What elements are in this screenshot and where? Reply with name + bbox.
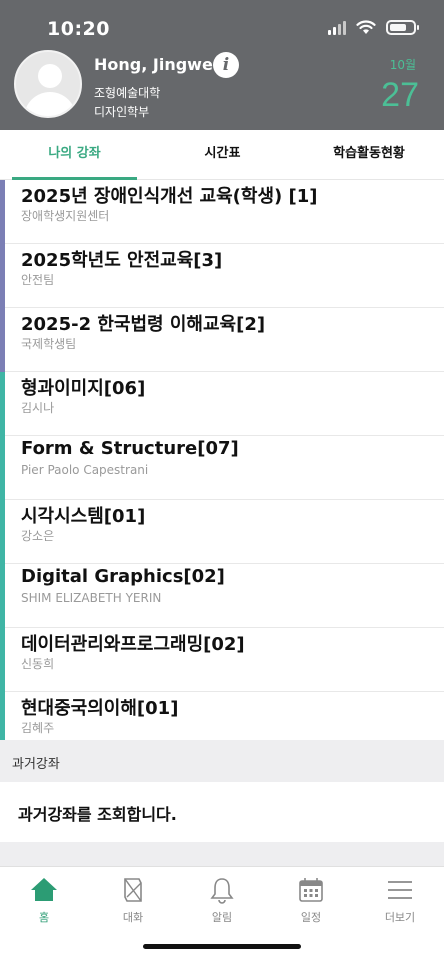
- cellular-signal-icon: [328, 20, 346, 35]
- home-icon: [31, 878, 57, 901]
- course-color-bar: [0, 564, 5, 628]
- course-title: Form & Structure[07]: [21, 438, 239, 459]
- date-day: 27: [381, 76, 419, 114]
- course-item[interactable]: 형과이미지[06] 김시나: [0, 372, 444, 436]
- info-icon[interactable]: i: [213, 52, 239, 78]
- course-item[interactable]: 2025학년도 안전교육[3] 안전팀: [0, 244, 444, 308]
- course-instructor: 안전팀: [21, 273, 55, 287]
- course-instructor: Pier Paolo Capestrani: [21, 463, 149, 477]
- course-title: 시각시스템[01]: [21, 506, 146, 527]
- wifi-icon: [356, 20, 376, 34]
- course-item[interactable]: 2025년 장애인식개선 교육(학생) [1] 장애학생지원센터: [0, 180, 444, 244]
- past-courses-action-label: 과거강좌를 조회합니다.: [18, 805, 177, 824]
- course-instructor: SHIM ELIZABETH YERIN: [21, 591, 162, 605]
- past-courses-header: 과거강좌: [0, 740, 444, 782]
- course-title: Digital Graphics[02]: [21, 566, 225, 587]
- tab-bar: 나의 강좌 시간표 학습활동현황: [0, 130, 444, 180]
- department-name: 디자인학부: [94, 105, 150, 119]
- course-item[interactable]: Form & Structure[07] Pier Paolo Capestran…: [0, 436, 444, 500]
- course-color-bar: [0, 308, 5, 372]
- course-list: 2025년 장애인식개선 교육(학생) [1] 장애학생지원센터 2025학년도 안…: [0, 180, 444, 756]
- tab-my-courses[interactable]: 나의 강좌: [12, 130, 137, 180]
- bell-icon: [210, 878, 234, 904]
- course-title: 2025년 장애인식개선 교육(학생) [1]: [21, 186, 318, 207]
- course-color-bar: [0, 500, 5, 564]
- nav-chat[interactable]: 대화: [89, 875, 177, 935]
- user-name: Hong, Jingwen: [94, 55, 225, 74]
- course-instructor: 장애학생지원센터: [21, 209, 110, 223]
- nav-home[interactable]: 홈: [0, 875, 88, 935]
- course-instructor: 김혜주: [21, 721, 55, 735]
- course-item[interactable]: Digital Graphics[02] SHIM ELIZABETH YERIN: [0, 564, 444, 628]
- status-time: 10:20: [47, 18, 110, 40]
- course-instructor: 김시나: [21, 401, 55, 415]
- status-icons: [328, 20, 419, 35]
- tab-learning-activity[interactable]: 학습활동현황: [306, 130, 432, 180]
- nav-chat-label: 대화: [122, 911, 144, 924]
- tab-timetable[interactable]: 시간표: [160, 130, 285, 180]
- profile-header: 10:20 Hong, Jingwen i 조형예술대학 디자인학부 10월 2…: [0, 0, 444, 130]
- college-name: 조형예술대학: [94, 86, 161, 100]
- course-color-bar: [0, 244, 5, 308]
- nav-notifications[interactable]: 알림: [178, 875, 266, 935]
- course-title: 2025-2 한국법령 이해교육[2]: [21, 314, 266, 335]
- course-color-bar: [0, 436, 5, 500]
- avatar[interactable]: [14, 50, 82, 118]
- date-month: 10월: [389, 58, 416, 72]
- course-title: 2025학년도 안전교육[3]: [21, 250, 223, 271]
- course-title: 형과이미지[06]: [21, 378, 146, 399]
- chat-icon: [124, 878, 142, 902]
- course-instructor: 강소은: [21, 529, 55, 543]
- menu-icon: [388, 881, 412, 899]
- course-item[interactable]: 데이터관리와프로그래밍[02] 신동희: [0, 628, 444, 692]
- past-courses-header-label: 과거강좌: [12, 757, 60, 772]
- past-courses-button[interactable]: 과거강좌를 조회합니다.: [0, 782, 444, 842]
- course-color-bar: [0, 372, 5, 436]
- nav-notifications-label: 알림: [211, 911, 233, 924]
- course-item[interactable]: 2025-2 한국법령 이해교육[2] 국제학생팀: [0, 308, 444, 372]
- course-title: 데이터관리와프로그래밍[02]: [21, 634, 245, 655]
- nav-more[interactable]: 더보기: [356, 875, 444, 935]
- battery-icon: [386, 20, 419, 35]
- nav-schedule-label: 일정: [300, 911, 322, 924]
- course-color-bar: [0, 180, 5, 244]
- course-instructor: 국제학생팀: [21, 337, 77, 351]
- nav-schedule[interactable]: 일정: [267, 875, 355, 935]
- course-color-bar: [0, 628, 5, 692]
- course-instructor: 신동희: [21, 657, 55, 671]
- course-title: 현대중국의이해[01]: [21, 698, 179, 719]
- course-item[interactable]: 시각시스템[01] 강소은: [0, 500, 444, 564]
- home-indicator: [143, 944, 301, 949]
- nav-home-label: 홈: [38, 911, 50, 924]
- nav-more-label: 더보기: [384, 911, 416, 924]
- calendar-icon: [299, 878, 323, 902]
- section-spacer: [0, 842, 444, 866]
